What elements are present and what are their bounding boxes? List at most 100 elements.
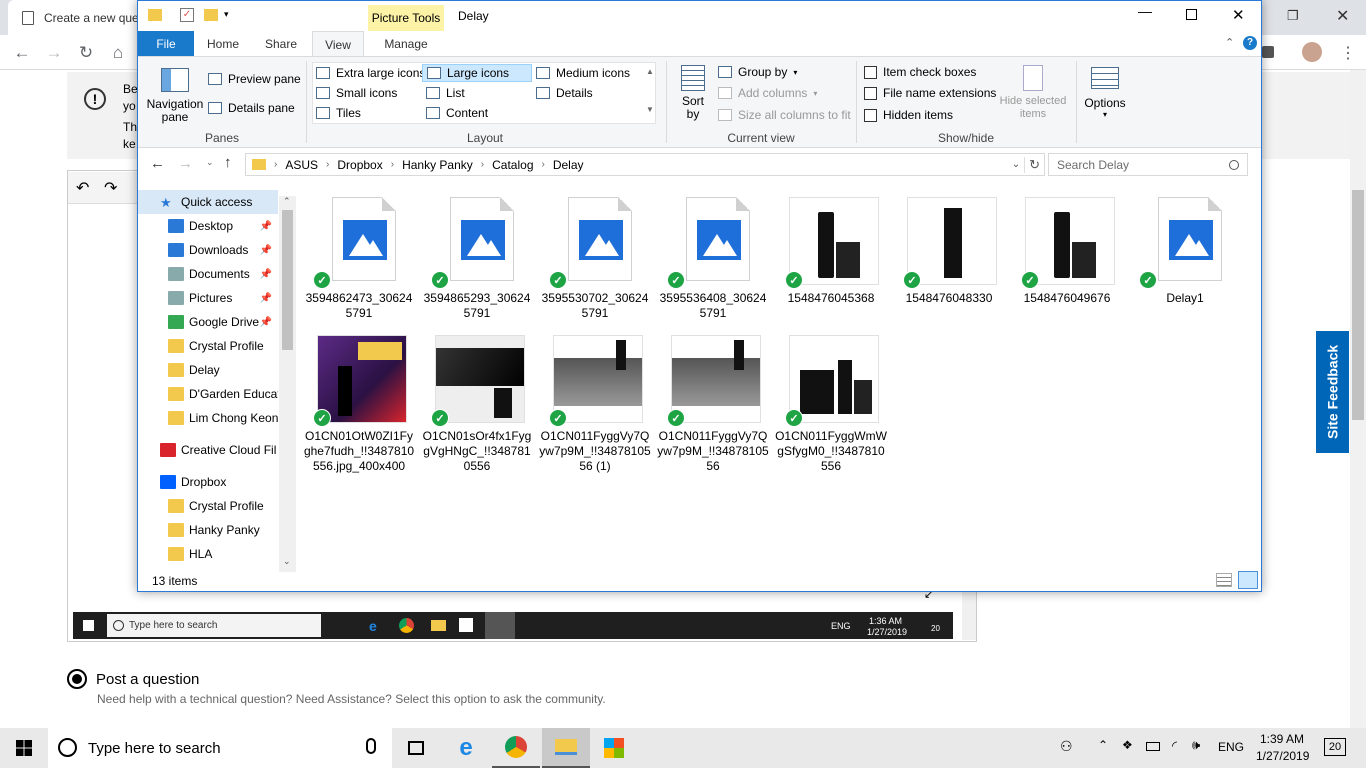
large-icons-view-icon[interactable] (1238, 571, 1258, 589)
file-item[interactable]: ✓ O1CN011FyggVy7Qyw7p9M_!!3487810556 (1) (539, 327, 651, 473)
search-input[interactable]: Search Delay (1048, 153, 1248, 176)
clock-date[interactable]: 1/27/2019 (1256, 749, 1309, 763)
file-item[interactable]: ✓ 1548476045368 (775, 189, 887, 319)
nav-scroll-thumb[interactable] (282, 210, 293, 350)
pin-icon[interactable]: 📌 (260, 245, 272, 256)
size-columns-button[interactable]: Size all columns to fit (718, 108, 851, 122)
page-scroll-thumb[interactable] (1352, 190, 1364, 420)
group-by-button[interactable]: Group by ▾ (718, 65, 797, 79)
file-item[interactable]: ✓ 1548476048330 (893, 189, 1005, 319)
breadcrumb-dropbox[interactable]: Dropbox (337, 158, 382, 172)
sidebar-item-dropbox[interactable]: Dropbox (138, 470, 278, 494)
file-item[interactable]: ✓ 1548476049676 (1011, 189, 1123, 319)
layout-list[interactable]: List (426, 86, 465, 100)
up-icon[interactable]: ↑ (224, 154, 232, 171)
sidebar-item-google-drive[interactable]: Google Drive 📌 (138, 310, 278, 334)
details-pane-button[interactable]: Details pane (208, 101, 295, 115)
scroll-up-icon[interactable]: ⌃ (283, 196, 291, 207)
back-icon[interactable]: ← (150, 155, 165, 172)
people-icon[interactable]: ⚇ (1060, 738, 1073, 755)
new-folder-icon[interactable] (204, 9, 218, 21)
file-explorer-button[interactable] (542, 728, 590, 768)
breadcrumb-catalog[interactable]: Catalog (492, 158, 533, 172)
close-icon[interactable]: ✕ (1232, 6, 1245, 24)
add-columns-button[interactable]: Add columns ▾ (718, 86, 817, 100)
gallery-scroll-up-icon[interactable]: ▲ (646, 67, 654, 76)
forward-icon[interactable]: → (178, 155, 193, 172)
back-icon[interactable]: ← (12, 43, 32, 63)
item-check-boxes-toggle[interactable]: Item check boxes (864, 65, 976, 79)
details-view-icon[interactable] (1216, 573, 1232, 587)
file-item[interactable]: ✓ O1CN011FyggVy7Qyw7p9M_!!3487810556 (657, 327, 769, 473)
undo-icon[interactable]: ↶ (76, 178, 89, 198)
qat-dropdown-icon[interactable]: ▾ (224, 9, 229, 20)
recent-locations-icon[interactable]: ⌄ (206, 157, 214, 168)
pin-icon[interactable]: 📌 (260, 269, 272, 280)
sidebar-item-hla[interactable]: HLA (138, 542, 278, 566)
file-item[interactable]: ✓ O1CN01sOr4fx1FyggVgHNgC_!!3487810556 (421, 327, 533, 473)
sidebar-item-desktop[interactable]: Desktop 📌 (138, 214, 278, 238)
layout-large-icons[interactable]: Large icons (422, 64, 532, 82)
task-view-button[interactable] (392, 728, 440, 768)
store-button[interactable] (590, 728, 638, 768)
home-icon[interactable]: ⌂ (108, 43, 128, 63)
pin-icon[interactable]: 📌 (260, 317, 272, 328)
breadcrumb-asus[interactable]: ASUS (285, 158, 318, 172)
sidebar-item-documents[interactable]: Documents 📌 (138, 262, 278, 286)
tab-file[interactable]: File (138, 31, 194, 56)
sidebar-item-creative-cloud-fil[interactable]: Creative Cloud Fil (138, 438, 278, 462)
gallery-more-icon[interactable]: ▼ (646, 105, 654, 114)
browser-tab[interactable]: Create a new que (8, 0, 143, 35)
address-bar[interactable]: › ASUS › Dropbox › Hanky Panky › Catalog… (245, 153, 1045, 176)
start-button[interactable] (0, 728, 48, 768)
collapse-ribbon-icon[interactable]: ⌃ (1225, 36, 1234, 49)
hide-selected-items-button[interactable]: Hide selected items (996, 63, 1070, 127)
editor-scrollbar[interactable] (962, 592, 976, 640)
layout-extra-large-icons[interactable]: Extra large icons (316, 66, 425, 80)
minimize-icon[interactable]: — (1138, 3, 1152, 19)
sidebar-item-delay[interactable]: Delay (138, 358, 278, 382)
hidden-items-toggle[interactable]: Hidden items (864, 108, 953, 122)
layout-tiles[interactable]: Tiles (316, 106, 361, 120)
properties-icon[interactable]: ✓ (180, 8, 194, 22)
layout-medium-icons[interactable]: Medium icons (536, 66, 630, 80)
sidebar-item-d-garden-educat[interactable]: D'Garden Educat (138, 382, 278, 406)
dropbox-icon[interactable]: ❖ (1122, 738, 1133, 752)
site-feedback-button[interactable]: Site Feedback (1316, 331, 1349, 453)
breadcrumb-hanky-panky[interactable]: Hanky Panky (402, 158, 473, 172)
refresh-icon[interactable]: ↻ (1024, 156, 1044, 173)
preview-pane-button[interactable]: Preview pane (208, 72, 301, 86)
address-dropdown-icon[interactable]: ⌄ (1012, 159, 1020, 170)
volume-icon[interactable]: 🕪 (1192, 737, 1200, 753)
file-item[interactable]: ✓ 3595530702_306245791 (539, 189, 651, 320)
chrome-button[interactable] (492, 728, 540, 768)
options-button[interactable]: Options ▾ (1082, 63, 1128, 127)
sidebar-item-crystal-profile[interactable]: Crystal Profile (138, 494, 278, 518)
sidebar-item-downloads[interactable]: Downloads 📌 (138, 238, 278, 262)
browser-close-icon[interactable]: ✕ (1336, 6, 1349, 26)
sidebar-item-lim-chong-keon[interactable]: Lim Chong Keon (138, 406, 278, 430)
language-indicator[interactable]: ENG (1218, 740, 1244, 754)
forward-icon[interactable]: → (44, 43, 64, 63)
file-item[interactable]: ✓ Delay1 (1129, 189, 1241, 319)
notification-center-icon[interactable]: 20 (1324, 738, 1346, 756)
tab-share[interactable]: Share (256, 31, 306, 56)
file-item[interactable]: ✓ 3594865293_306245791 (421, 189, 533, 320)
file-item[interactable]: ✓ O1CN011FyggWmWgSfygM0_!!3487810556 (775, 327, 887, 473)
tab-manage[interactable]: Manage (368, 31, 444, 56)
redo-icon[interactable]: ↷ (104, 178, 117, 198)
tab-view[interactable]: View (312, 31, 364, 57)
file-item[interactable]: ✓ 3594862473_306245791 (303, 189, 415, 320)
sidebar-item-crystal-profile[interactable]: Crystal Profile (138, 334, 278, 358)
layout-details[interactable]: Details (536, 86, 593, 100)
edge-button[interactable]: e (442, 728, 490, 768)
taskbar-search-box[interactable]: Type here to search (48, 728, 392, 768)
maximize-icon[interactable] (1186, 9, 1197, 20)
sidebar-item-pictures[interactable]: Pictures 📌 (138, 286, 278, 310)
layout-content[interactable]: Content (426, 106, 488, 120)
tab-home[interactable]: Home (198, 31, 248, 56)
navigation-pane-button[interactable]: Navigation pane (146, 63, 204, 129)
file-item[interactable]: ✓ O1CN01OtW0ZI1Fyghe7fudh_!!3487810556.jp… (303, 327, 415, 473)
post-question-radio[interactable] (67, 669, 87, 689)
sidebar-item-hanky-panky[interactable]: Hanky Panky (138, 518, 278, 542)
